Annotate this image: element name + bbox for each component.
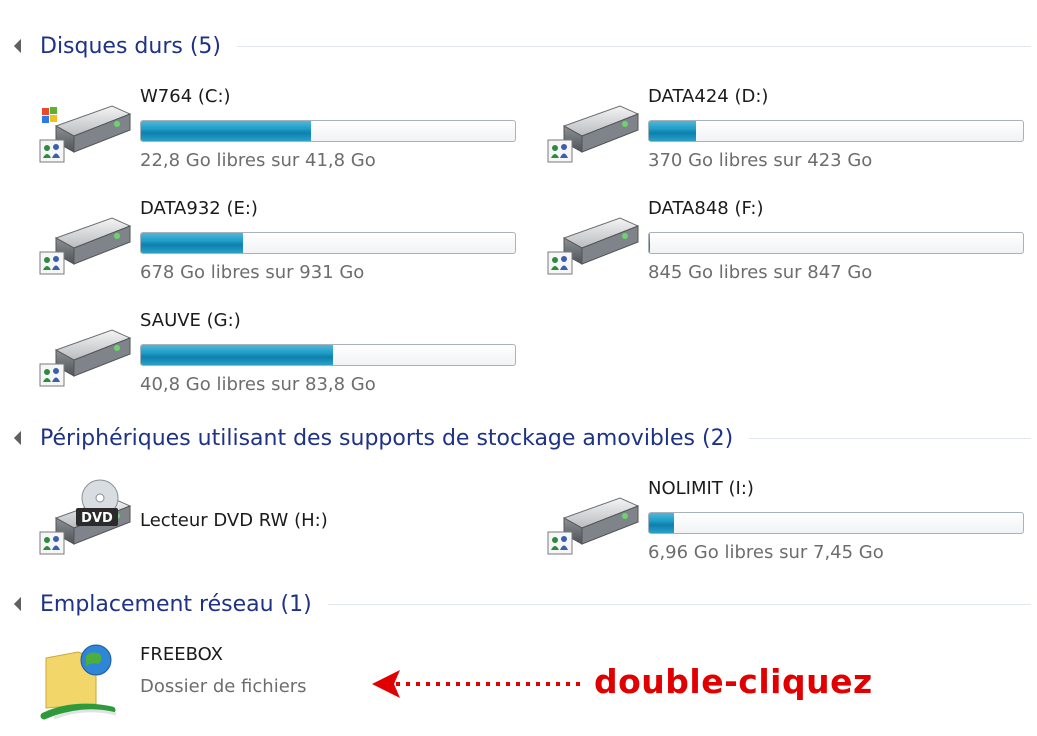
group-header-hard-disks[interactable]: Disques durs (5) — [13, 30, 1037, 62]
drive-free-space: 845 Go libres sur 847 Go — [648, 262, 873, 283]
drive-name: DATA424 (D:) — [648, 86, 769, 107]
red-arrow-icon — [372, 670, 582, 698]
capacity-fill — [141, 121, 312, 141]
hard-drive-icon — [547, 217, 639, 275]
capacity-bar — [648, 120, 1024, 142]
drive-name: Lecteur DVD RW (H:) — [140, 510, 328, 531]
capacity-bar — [140, 120, 516, 142]
drive-e[interactable]: DATA932 (E:) 678 Go libres sur 931 Go — [34, 198, 516, 290]
capacity-fill — [649, 233, 650, 253]
drive-free-space: 22,8 Go libres sur 41,8 Go — [140, 150, 376, 171]
dvd-drive-icon: DVD — [39, 479, 131, 555]
capacity-fill — [141, 345, 333, 365]
hard-drive-icon — [39, 217, 131, 275]
drive-name: DATA848 (F:) — [648, 198, 764, 219]
network-folder-icon — [40, 644, 117, 720]
hard-drive-icon — [547, 105, 639, 163]
capacity-bar — [140, 232, 516, 254]
collapse-arrow-icon[interactable] — [13, 38, 29, 54]
capacity-bar — [140, 344, 516, 366]
drive-d[interactable]: DATA424 (D:) 370 Go libres sur 423 Go — [542, 86, 1028, 178]
drive-f[interactable]: DATA848 (F:) 845 Go libres sur 847 Go — [542, 198, 1028, 290]
location-type: Dossier de fichiers — [140, 676, 307, 697]
group-divider — [236, 45, 1031, 47]
drive-g[interactable]: SAUVE (G:) 40,8 Go libres sur 83,8 Go — [34, 310, 516, 402]
drive-c[interactable]: W764 (C:) 22,8 Go libres sur 41,8 Go — [34, 86, 516, 178]
capacity-fill — [141, 233, 243, 253]
capacity-fill — [649, 121, 696, 141]
usb-drive-icon — [547, 497, 639, 555]
group-title: Emplacement réseau (1) — [40, 591, 312, 617]
dvd-badge: DVD — [81, 511, 113, 526]
drive-name: SAUVE (G:) — [140, 310, 241, 331]
drive-free-space: 370 Go libres sur 423 Go — [648, 150, 873, 171]
windows-hard-drive-icon — [39, 105, 131, 163]
capacity-bar — [648, 232, 1024, 254]
double-click-annotation: double-cliquez — [594, 662, 873, 701]
drive-free-space: 40,8 Go libres sur 83,8 Go — [140, 374, 376, 395]
group-header-network[interactable]: Emplacement réseau (1) — [13, 588, 1037, 620]
drive-free-space: 6,96 Go libres sur 7,45 Go — [648, 542, 884, 563]
collapse-arrow-icon[interactable] — [13, 596, 29, 612]
drive-free-space: 678 Go libres sur 931 Go — [140, 262, 365, 283]
group-divider — [327, 603, 1031, 605]
group-title: Périphériques utilisant des supports de … — [40, 425, 734, 451]
drive-i[interactable]: NOLIMIT (I:) 6,96 Go libres sur 7,45 Go — [542, 478, 1028, 570]
capacity-fill — [649, 513, 674, 533]
drive-name: W764 (C:) — [140, 86, 231, 107]
collapse-arrow-icon[interactable] — [13, 430, 29, 446]
hard-drive-icon — [39, 329, 131, 387]
drive-name: DATA932 (E:) — [140, 198, 258, 219]
location-name: FREEBOX — [140, 644, 223, 665]
group-header-removable[interactable]: Périphériques utilisant des supports de … — [13, 422, 1037, 454]
group-divider — [749, 437, 1031, 439]
capacity-bar — [648, 512, 1024, 534]
drive-h[interactable]: DVD Lecteur DVD RW (H:) — [34, 478, 514, 570]
network-location-freebox[interactable]: FREEBOX Dossier de fichiers — [34, 644, 354, 728]
drive-name: NOLIMIT (I:) — [648, 478, 754, 499]
group-title: Disques durs (5) — [40, 33, 221, 59]
